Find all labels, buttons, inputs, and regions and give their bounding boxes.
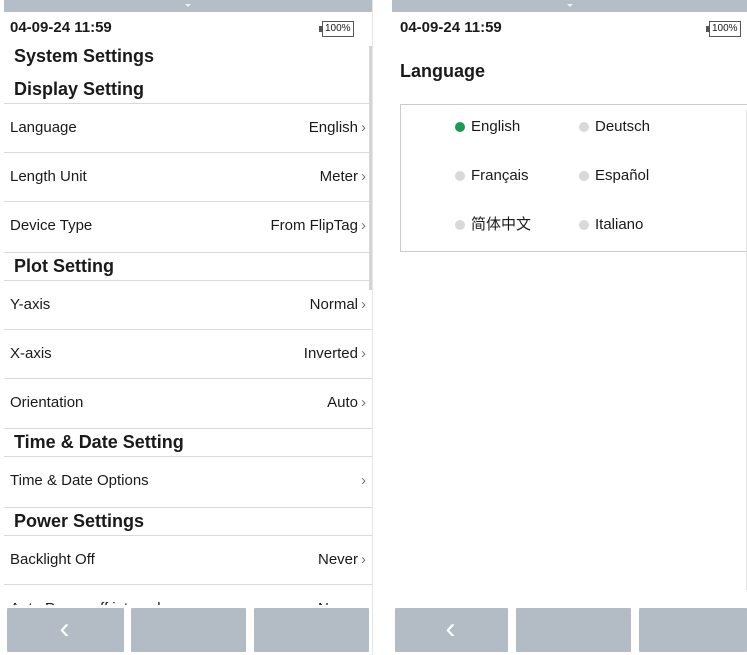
row-time-date-options[interactable]: Time & Date Options ›	[4, 456, 372, 505]
battery-indicator: 100%	[319, 21, 354, 37]
chevron-right-icon: ›	[361, 394, 366, 411]
section-time-date-setting: Time & Date Setting	[4, 428, 372, 456]
back-button[interactable]: ‹	[7, 608, 124, 652]
row-orientation[interactable]: Orientation Auto ›	[4, 378, 372, 427]
bottom-softkey-bar: ‹	[4, 605, 372, 655]
row-device-type[interactable]: Device Type From FlipTag ›	[4, 201, 372, 250]
chevron-right-icon: ›	[361, 551, 366, 568]
row-value: From FlipTag	[270, 217, 358, 234]
row-label: Language	[10, 119, 77, 136]
status-time: 04-09-24 11:59	[400, 19, 502, 36]
radio-label: Español	[595, 167, 650, 184]
row-value: Auto	[327, 394, 358, 411]
row-label: Device Type	[10, 217, 93, 234]
scrollbar-thumb[interactable]	[369, 46, 372, 290]
row-value: Inverted	[303, 345, 358, 362]
bottom-softkey-bar: ‹	[392, 605, 747, 655]
radio-label: 简体中文	[471, 216, 532, 233]
row-backlight-off[interactable]: Backlight Off Never ›	[4, 535, 372, 584]
chevron-right-icon: ›	[361, 168, 366, 185]
back-button[interactable]: ‹	[395, 608, 508, 652]
row-value: English	[308, 119, 358, 136]
page-title: System Settings	[14, 46, 155, 66]
row-value: Meter	[319, 168, 358, 185]
system-settings-screen: 04-09-24 11:59 100% System Settings Disp…	[4, 0, 373, 655]
row-x-axis[interactable]: X-axis Inverted ›	[4, 329, 372, 378]
top-pull-tab[interactable]	[4, 0, 372, 12]
chevron-left-icon: ‹	[445, 612, 456, 645]
row-label: Orientation	[10, 394, 84, 411]
softkey-right-button[interactable]	[639, 608, 747, 652]
row-y-axis[interactable]: Y-axis Normal ›	[4, 280, 372, 329]
radio-unselected-icon	[455, 171, 465, 181]
row-value: Never	[317, 551, 358, 568]
top-pull-tab[interactable]	[392, 0, 747, 12]
radio-unselected-icon	[579, 220, 589, 230]
chevron-left-icon: ‹	[59, 612, 70, 645]
status-time: 04-09-24 11:59	[10, 19, 112, 36]
chevron-right-icon: ›	[361, 472, 366, 489]
battery-indicator: 100%	[706, 21, 741, 37]
section-plot-setting: Plot Setting	[4, 252, 372, 280]
radio-label: Deutsch	[595, 118, 651, 135]
row-label: Y-axis	[10, 296, 51, 313]
softkey-right-button[interactable]	[254, 608, 369, 652]
row-label: Length Unit	[10, 168, 87, 185]
chevron-right-icon: ›	[361, 119, 366, 136]
radio-label: Italiano	[595, 216, 644, 233]
row-language[interactable]: Language English ›	[4, 103, 372, 152]
chevron-right-icon: ›	[361, 217, 366, 234]
language-options-box: English Deutsch Français Español 简体中文 It…	[400, 104, 747, 252]
row-length-unit[interactable]: Length Unit Meter ›	[4, 152, 372, 201]
radio-unselected-icon	[579, 171, 589, 181]
radio-label: Français	[471, 167, 529, 184]
language-screen: 04-09-24 11:59 100% Language English Deu…	[392, 0, 747, 655]
row-label: Backlight Off	[10, 551, 95, 568]
row-value: Normal	[309, 296, 358, 313]
softkey-middle-button[interactable]	[131, 608, 246, 652]
section-display-setting: Display Setting	[4, 76, 372, 103]
radio-unselected-icon	[579, 122, 589, 132]
chevron-right-icon: ›	[361, 296, 366, 313]
row-label: X-axis	[10, 345, 52, 362]
row-label: Time & Date Options	[10, 472, 149, 489]
radio-unselected-icon	[455, 220, 465, 230]
softkey-middle-button[interactable]	[516, 608, 631, 652]
radio-selected-icon	[455, 122, 465, 132]
section-power-settings: Power Settings	[4, 507, 372, 535]
radio-label: English	[471, 118, 521, 135]
chevron-right-icon: ›	[361, 345, 366, 362]
page-title: Language	[400, 61, 486, 81]
